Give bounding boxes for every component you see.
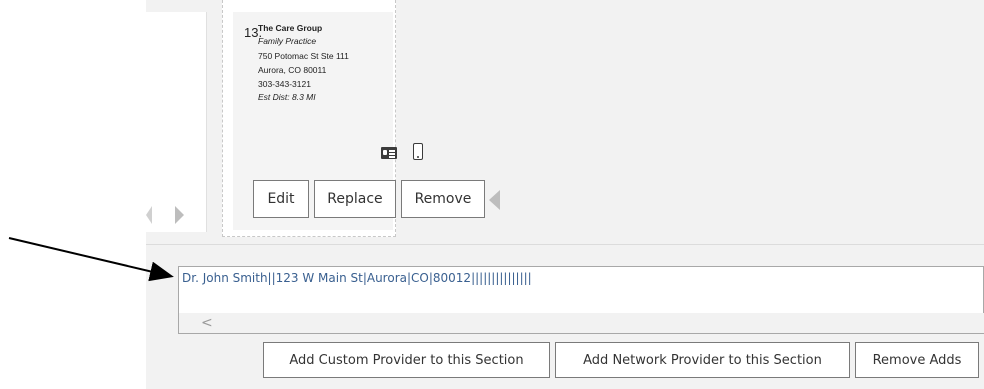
annotation-arrow	[8, 237, 174, 282]
